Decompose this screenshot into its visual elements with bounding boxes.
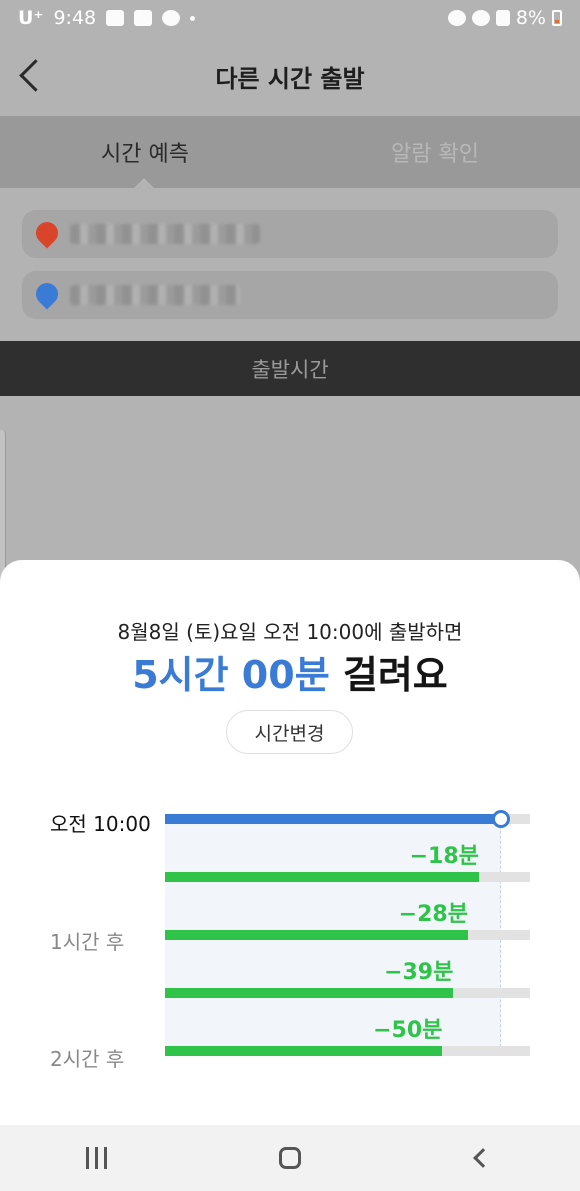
bar-delta-label-1: −18분 xyxy=(409,844,479,869)
battery-percent: 8% xyxy=(515,7,546,29)
bar-fill-0 xyxy=(165,814,501,824)
signal-icon xyxy=(495,10,510,26)
android-nav-bar xyxy=(0,1125,580,1191)
bar-fill-2 xyxy=(165,930,468,940)
bar-delta-label-4: −50분 xyxy=(373,1018,443,1043)
back-icon[interactable] xyxy=(14,58,46,94)
bar-track-0 xyxy=(165,810,530,828)
home-button[interactable] xyxy=(260,1133,320,1183)
battery-icon xyxy=(552,10,562,26)
bar-fill-1 xyxy=(165,872,479,882)
status-bar: U⁺ 9:48 8% xyxy=(0,0,580,36)
row-label-1h: 1시간 후 xyxy=(50,930,125,954)
bar-delta-label-2: −28분 xyxy=(398,902,468,927)
alarm-icon xyxy=(447,10,466,26)
duration-suffix: 걸려요 xyxy=(342,653,448,697)
bar-track-2 xyxy=(165,930,530,940)
page-title: 다른 시간 출발 xyxy=(215,64,365,93)
bar-track-3 xyxy=(165,988,530,998)
destination-pin-icon xyxy=(31,278,63,310)
departure-time-bar[interactable]: 출발시간 xyxy=(0,341,580,396)
time-slider-handle[interactable] xyxy=(491,810,510,828)
tab-alarm-check[interactable]: 알람 확인 xyxy=(290,116,580,188)
recent-apps-icon xyxy=(86,1147,108,1169)
more-notifications-icon xyxy=(190,15,196,21)
nav-back-button[interactable] xyxy=(453,1133,513,1183)
app-header: 다른 시간 출발 xyxy=(0,36,580,116)
origin-pin-icon xyxy=(31,217,63,249)
destination-address-redacted xyxy=(70,285,240,305)
bar-fill-4 xyxy=(165,1046,443,1056)
bottom-sheet: 8월8일 (토)요일 오전 10:00에 출발하면 5시간 00분 걸려요 시간… xyxy=(0,560,580,1125)
row-label-now: 오전 10:00 xyxy=(50,812,151,836)
change-time-button[interactable]: 시간변경 xyxy=(226,710,353,754)
departure-description: 8월8일 (토)요일 오전 10:00에 출발하면 xyxy=(117,620,463,644)
wifi-icon xyxy=(471,10,490,26)
origin-field[interactable] xyxy=(22,210,558,258)
status-time: 9:48 xyxy=(53,7,97,29)
duration-value: 5시간 00분 xyxy=(132,653,330,697)
departure-time-chart: 오전 10:00 1시간 후 2시간 후 −18분 −28분 −39분 −50분 xyxy=(0,790,580,1090)
bar-fill-3 xyxy=(165,988,454,998)
image-icon xyxy=(134,10,153,26)
bar-delta-label-3: −39분 xyxy=(384,960,454,985)
destination-field[interactable] xyxy=(22,271,558,319)
origin-address-redacted xyxy=(70,224,260,244)
carrier-label: U⁺ xyxy=(18,7,44,29)
app-notification-icon xyxy=(162,10,181,26)
home-icon xyxy=(278,1147,301,1169)
row-label-2h: 2시간 후 xyxy=(50,1047,125,1071)
travel-duration: 5시간 00분 걸려요 xyxy=(0,644,580,699)
bar-track-1 xyxy=(165,872,530,882)
bar-track-4 xyxy=(165,1046,530,1056)
departure-time-label: 출발시간 xyxy=(251,357,329,382)
pill-icon xyxy=(106,10,125,26)
recent-apps-button[interactable] xyxy=(67,1133,127,1183)
nav-back-icon xyxy=(473,1148,494,1168)
active-tab-indicator xyxy=(134,178,154,188)
tab-bar: 시간 예측 알람 확인 xyxy=(0,116,580,188)
